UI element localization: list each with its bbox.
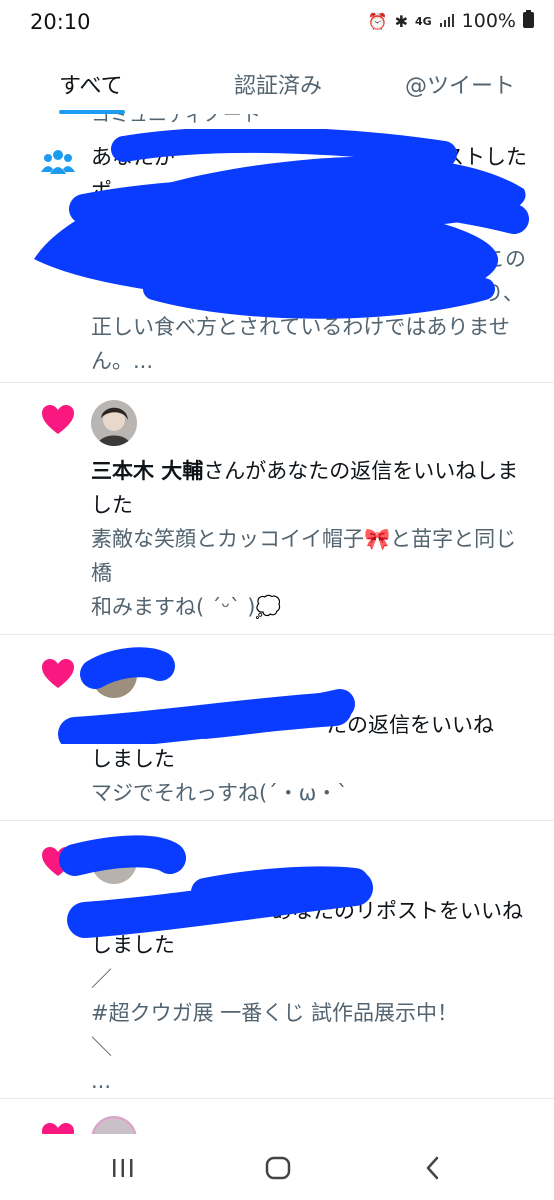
alarm-icon: ⏰ bbox=[367, 11, 388, 31]
notification-item-like[interactable] bbox=[0, 1098, 554, 1134]
community-note-header: コミュニティノート bbox=[91, 114, 261, 126]
note-fragment: この bbox=[484, 247, 526, 271]
notification-item-like[interactable]: あなたのリポストをいいね しました ／ #超クウガ展 一番くじ 試作品展示中！ … bbox=[0, 820, 554, 1099]
heart-icon bbox=[42, 405, 74, 434]
avatar[interactable] bbox=[91, 838, 137, 884]
notification-action-line2: しました bbox=[91, 747, 175, 771]
community-note-text: あなたが ポストした ポ 、他の ー この として紹 れており、 正しい食べ方と… bbox=[91, 140, 530, 378]
note-fragment: 、他の bbox=[156, 179, 219, 203]
tab-mentions[interactable]: @ツイート bbox=[405, 68, 515, 100]
bluetooth-icon: ✱ bbox=[394, 11, 408, 31]
home-button[interactable] bbox=[258, 1152, 298, 1184]
battery-percent: 100% bbox=[461, 10, 516, 32]
note-fragment: あなたが bbox=[91, 145, 175, 169]
post-text: ／ bbox=[91, 967, 112, 991]
heart-icon bbox=[42, 847, 74, 876]
post-text: #超クウガ展 一番くじ 試作品展示中！ bbox=[91, 1001, 458, 1025]
clock: 20:10 bbox=[30, 10, 91, 34]
recents-button[interactable] bbox=[103, 1152, 143, 1184]
battery-icon bbox=[523, 10, 534, 32]
note-fragment: ポ bbox=[91, 179, 112, 203]
system-nav-bar bbox=[0, 1134, 554, 1200]
notification-action: たの返信をいいね bbox=[326, 713, 494, 737]
avatar[interactable] bbox=[91, 1116, 137, 1134]
notification-item-like[interactable]: 三本木 大輔さんがあなたの返信をいいねしました 素敵な笑顔とカッコイイ帽子🎀と苗… bbox=[0, 382, 554, 635]
reply-text: 素敵な笑顔とカッコイイ帽子🎀と苗字と同じ橋 bbox=[91, 527, 517, 585]
avatar[interactable] bbox=[91, 652, 137, 698]
user-name[interactable]: 三本木 大輔 bbox=[91, 459, 203, 483]
notification-item-like[interactable]: たの返信をいいね しました マジでそれっすね(´・ω・` bbox=[0, 634, 554, 821]
notification-text: 三本木 大輔さんがあなたの返信をいいねしました 素敵な笑顔とカッコイイ帽子🎀と苗… bbox=[91, 454, 530, 624]
signal-icon bbox=[439, 12, 455, 31]
notification-text: たの返信をいいね しました マジでそれっすね(´・ω・` bbox=[91, 708, 530, 810]
notification-list[interactable]: コミュニティノート あなたが ポストした ポ 、他の ー この として紹 れてお… bbox=[0, 114, 554, 1134]
home-icon bbox=[265, 1156, 291, 1180]
reply-text: マジでそれっすね(´・ω・` bbox=[91, 781, 348, 805]
note-fragment: ポストした bbox=[422, 145, 527, 169]
heart-icon bbox=[42, 659, 74, 688]
post-text: ＼ bbox=[91, 1035, 112, 1059]
back-button[interactable] bbox=[413, 1152, 453, 1184]
notification-action: あなたのリポストをいいね bbox=[271, 899, 523, 923]
recents-icon bbox=[113, 1159, 133, 1177]
post-text: ... bbox=[91, 1069, 112, 1093]
notification-item-community-note[interactable]: コミュニティノート あなたが ポストした ポ 、他の ー この として紹 れてお… bbox=[0, 114, 554, 383]
note-line: 正しい食べ方とされているわけではありませ bbox=[91, 315, 510, 339]
avatar[interactable] bbox=[91, 400, 137, 446]
note-line: ん。... bbox=[91, 349, 154, 373]
notification-text: あなたのリポストをいいね しました ／ #超クウガ展 一番くじ 試作品展示中！ … bbox=[91, 894, 530, 1098]
back-icon bbox=[426, 1156, 439, 1180]
reply-text: 和みますね( ´ᵕ` )💭 bbox=[91, 595, 282, 619]
note-fragment: ー bbox=[491, 179, 512, 203]
heart-icon bbox=[42, 1123, 74, 1134]
status-bar: 20:10 ⏰ ✱ 4G 100% bbox=[0, 0, 554, 44]
tab-all[interactable]: すべて bbox=[59, 68, 123, 100]
notification-tabs: すべて 認証済み @ツイート bbox=[0, 48, 554, 114]
note-fragment: として紹 bbox=[291, 281, 375, 305]
notification-action-line2: しました bbox=[91, 933, 175, 957]
community-icon bbox=[41, 150, 75, 174]
tab-verified[interactable]: 認証済み bbox=[234, 68, 322, 100]
network-type-label: 4G bbox=[414, 14, 432, 28]
note-fragment: れており、 bbox=[421, 281, 524, 305]
status-icons: ⏰ ✱ 4G 100% bbox=[368, 10, 534, 32]
